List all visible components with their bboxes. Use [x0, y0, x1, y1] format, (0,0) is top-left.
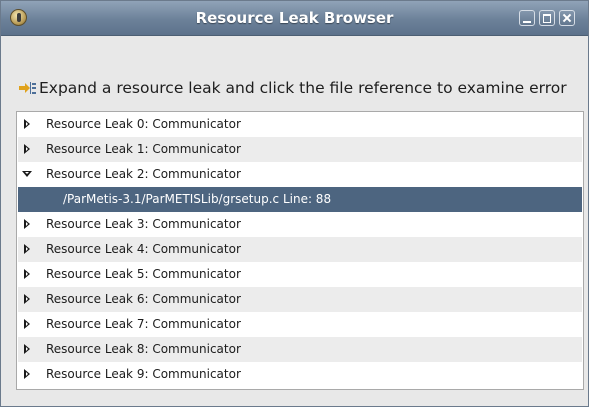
resource-leak-browser-window: Resource Leak Browser Expand a resource …: [0, 0, 589, 407]
expand-arrow-icon[interactable]: [22, 244, 32, 254]
expand-arrow-icon[interactable]: [22, 219, 32, 229]
tree-row-label: Resource Leak 7: Communicator: [46, 317, 241, 331]
tree-row-leak-8[interactable]: Resource Leak 8: Communicator: [18, 337, 582, 362]
tree-row-label: Resource Leak 1: Communicator: [46, 142, 241, 156]
file-reference-row[interactable]: /ParMetis-3.1/ParMETISLib/grsetup.c Line…: [18, 187, 582, 212]
tree-row-leak-2[interactable]: Resource Leak 2: Communicator: [18, 162, 582, 187]
tree-row-label: Resource Leak 9: Communicator: [46, 367, 241, 381]
tree-row-leak-5[interactable]: Resource Leak 5: Communicator: [18, 262, 582, 287]
tree-row-label: Resource Leak 6: Communicator: [46, 292, 241, 306]
instruction-text: Expand a resource leak and click the fil…: [39, 79, 567, 97]
title-bar[interactable]: Resource Leak Browser: [1, 1, 588, 36]
expand-arrow-icon[interactable]: [22, 369, 32, 379]
expand-arrow-icon[interactable]: [22, 144, 32, 154]
expand-arrow-icon[interactable]: [22, 269, 32, 279]
tree-row-leak-4[interactable]: Resource Leak 4: Communicator: [18, 237, 582, 262]
expand-arrow-icon[interactable]: [22, 344, 32, 354]
tree-row-label: Resource Leak 5: Communicator: [46, 267, 241, 281]
tree-row-leak-9[interactable]: Resource Leak 9: Communicator: [18, 362, 582, 387]
expand-arrow-icon[interactable]: [22, 319, 32, 329]
expand-tree-icon: [19, 81, 36, 95]
window-title: Resource Leak Browser: [195, 9, 394, 27]
close-button[interactable]: [559, 10, 575, 26]
maximize-button[interactable]: [539, 10, 555, 26]
tree-row-leak-7[interactable]: Resource Leak 7: Communicator: [18, 312, 582, 337]
tree-row-label: Resource Leak 4: Communicator: [46, 242, 241, 256]
tree-row-leak-3[interactable]: Resource Leak 3: Communicator: [18, 212, 582, 237]
minimize-button[interactable]: [519, 10, 535, 26]
resource-leak-tree[interactable]: Resource Leak 0: Communicator Resource L…: [16, 111, 584, 390]
expand-arrow-icon[interactable]: [22, 294, 32, 304]
collapse-arrow-icon[interactable]: [22, 169, 32, 179]
tree-row-leak-6[interactable]: Resource Leak 6: Communicator: [18, 287, 582, 312]
expand-arrow-icon[interactable]: [22, 119, 32, 129]
file-reference-link[interactable]: /ParMetis-3.1/ParMETISLib/grsetup.c Line…: [63, 187, 331, 212]
tree-row-leak-0[interactable]: Resource Leak 0: Communicator: [18, 112, 582, 137]
instruction-banner: Expand a resource leak and click the fil…: [19, 77, 567, 99]
tree-row-label: Resource Leak 2: Communicator: [46, 167, 241, 181]
tree-row-label: Resource Leak 3: Communicator: [46, 217, 241, 231]
tree-row-label: Resource Leak 0: Communicator: [46, 117, 241, 131]
tree-row-label: Resource Leak 8: Communicator: [46, 342, 241, 356]
tree-row-leak-1[interactable]: Resource Leak 1: Communicator: [18, 137, 582, 162]
